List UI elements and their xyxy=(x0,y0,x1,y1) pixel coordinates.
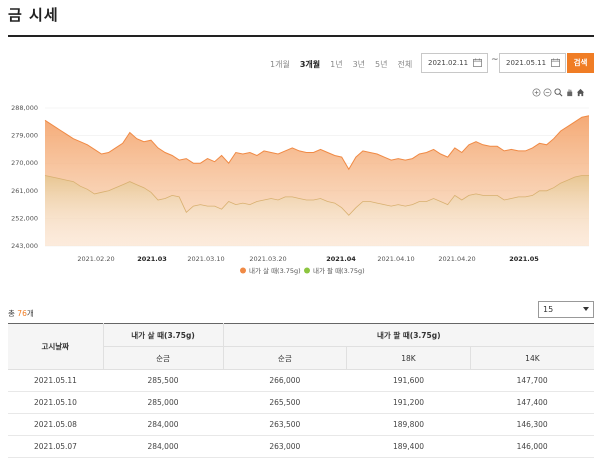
title-divider xyxy=(8,35,594,37)
cell-sell-18k: 191,200 xyxy=(346,391,471,414)
subheader-sell-18k: 18K xyxy=(346,346,471,370)
cell-date: 2021.05.10 xyxy=(8,391,103,414)
x-tick-label: 2021.04 xyxy=(326,255,356,263)
period-tab-3month[interactable]: 3개월 xyxy=(300,58,320,72)
header-sell: 내가 팔 때(3.75g) xyxy=(222,323,594,347)
legend-marker xyxy=(240,267,246,274)
cell-sell-14k: 146,300 xyxy=(470,413,594,436)
legend-marker xyxy=(304,267,310,274)
total-count-label: 총 76개 xyxy=(8,308,34,319)
cell-buy-pure: 284,000 xyxy=(103,435,223,458)
cell-sell-18k: 189,800 xyxy=(346,413,471,436)
cell-buy-pure: 285,500 xyxy=(103,369,223,392)
cell-sell-14k: 147,400 xyxy=(470,391,594,414)
x-tick-label: 2021.04.20 xyxy=(438,255,475,263)
x-tick-label: 2021.04.10 xyxy=(377,255,414,263)
total-prefix: 총 xyxy=(8,309,18,318)
period-tabs: 1개월 3개월 1년 3년 5년 전체 xyxy=(270,58,422,72)
legend-label: 내가 살 때(3.75g) xyxy=(249,266,301,275)
chart-toolbar xyxy=(532,88,585,97)
start-date-value: 2021.02.11 xyxy=(428,59,469,67)
header-buy: 내가 살 때(3.75g) xyxy=(102,323,223,347)
y-tick-label: 279,000 xyxy=(11,132,38,140)
cell-date: 2021.05.07 xyxy=(8,435,103,458)
magnifier-icon[interactable] xyxy=(554,88,563,97)
calendar-icon[interactable] xyxy=(551,58,560,67)
period-tab-3year[interactable]: 3년 xyxy=(353,58,365,72)
y-tick-label: 288,000 xyxy=(11,104,38,112)
x-tick-label: 2021.05 xyxy=(509,255,539,263)
y-tick-label: 252,000 xyxy=(11,214,38,222)
home-icon[interactable] xyxy=(576,88,585,97)
x-tick-label: 2021.03 xyxy=(137,255,167,263)
total-count: 76 xyxy=(17,309,27,318)
legend-label: 내가 팔 때(3.75g) xyxy=(313,266,365,275)
pan-hand-icon[interactable] xyxy=(565,88,574,97)
period-tab-1year[interactable]: 1년 xyxy=(330,58,342,72)
y-tick-label: 261,000 xyxy=(11,187,38,195)
cell-date: 2021.05.11 xyxy=(8,369,103,392)
table-row: 2021.05.10 285,000 265,500 191,200 147,4… xyxy=(8,391,594,414)
cell-sell-pure: 263,500 xyxy=(223,413,347,436)
start-date-input[interactable]: 2021.02.11 xyxy=(421,53,488,73)
cell-date: 2021.05.08 xyxy=(8,413,103,436)
cell-sell-18k: 189,400 xyxy=(346,435,471,458)
period-tab-5year[interactable]: 5년 xyxy=(375,58,387,72)
y-tick-label: 243,000 xyxy=(11,242,38,250)
table-row: 2021.05.08 284,000 263,500 189,800 146,3… xyxy=(8,413,594,436)
chevron-down-icon xyxy=(583,307,589,311)
cell-sell-14k: 147,700 xyxy=(470,369,594,392)
subheader-sell-14k: 14K xyxy=(469,346,594,370)
page-size-select[interactable]: 15 xyxy=(538,301,594,318)
end-date-input[interactable]: 2021.05.11 xyxy=(499,53,566,73)
zoom-out-icon[interactable] xyxy=(543,88,552,97)
subheader-buy-pure: 순금 xyxy=(102,346,223,370)
search-button[interactable]: 검색 xyxy=(567,53,594,73)
page-size-value: 15 xyxy=(543,305,554,314)
cell-sell-14k: 146,000 xyxy=(470,435,594,458)
cell-sell-pure: 265,500 xyxy=(223,391,347,414)
page-title: 금 시세 xyxy=(8,6,59,24)
table-row: 2021.05.07 284,000 263,000 189,400 146,0… xyxy=(8,435,594,458)
period-tab-all[interactable]: 전체 xyxy=(397,58,412,72)
total-suffix: 개 xyxy=(26,309,34,318)
cell-buy-pure: 284,000 xyxy=(103,413,223,436)
x-tick-label: 2021.02.20 xyxy=(77,255,114,263)
cell-sell-18k: 191,600 xyxy=(346,369,471,392)
table-row: 2021.05.11 285,500 266,000 191,600 147,7… xyxy=(8,369,594,392)
x-tick-label: 2021.03.20 xyxy=(249,255,286,263)
x-tick-label: 2021.03.10 xyxy=(187,255,224,263)
header-date: 고시날짜 xyxy=(8,323,103,370)
end-date-value: 2021.05.11 xyxy=(506,59,547,67)
calendar-icon[interactable] xyxy=(473,58,482,67)
y-tick-label: 270,000 xyxy=(11,159,38,167)
date-range-separator: ~ xyxy=(491,55,499,65)
zoom-in-icon[interactable] xyxy=(532,88,541,97)
gold-price-chart: 288,000 279,000 270,000 261,000 252,000 243,0… xyxy=(11,104,590,275)
cell-buy-pure: 285,000 xyxy=(103,391,223,414)
price-table: 고시날짜 내가 살 때(3.75g) 내가 팔 때(3.75g) 순금 순금 1… xyxy=(8,323,594,458)
subheader-sell-pure: 순금 xyxy=(222,346,347,370)
period-tab-1month[interactable]: 1개월 xyxy=(270,58,290,72)
cell-sell-pure: 266,000 xyxy=(223,369,347,392)
cell-sell-pure: 263,000 xyxy=(223,435,347,458)
